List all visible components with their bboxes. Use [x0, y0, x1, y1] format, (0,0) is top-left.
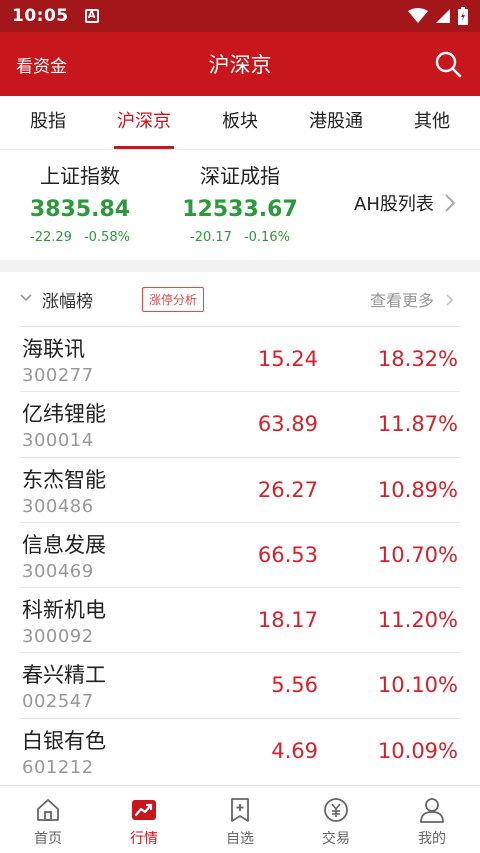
index-card-shanghai[interactable]: 上证指数 3835.84 -22.29 -0.58%	[0, 160, 160, 245]
market-chart-icon	[132, 800, 156, 820]
stock-code: 601212	[22, 756, 94, 778]
section-divider	[0, 260, 480, 272]
stock-change-percent: 11.87%	[377, 412, 458, 437]
limit-up-analysis-button[interactable]: 涨停分析	[142, 287, 205, 312]
stock-name: 海联讯	[22, 337, 85, 361]
tab-hk-connect[interactable]: 港股通	[288, 96, 384, 149]
battery-icon	[458, 7, 468, 25]
chevron-right-icon	[445, 194, 456, 212]
stock-name: 春兴精工	[22, 663, 106, 688]
ah-share-list-label: AH股列表	[354, 194, 434, 215]
status-icons	[408, 7, 468, 25]
stock-code: 300092	[22, 626, 94, 648]
page-title: 沪深京	[208, 53, 272, 77]
index-value: 12533.67	[182, 197, 298, 222]
stock-change-percent: 10.09%	[377, 738, 458, 763]
stock-price: 66.53	[257, 542, 318, 567]
stock-price: 15.24	[257, 347, 318, 371]
nav-home[interactable]: 首页	[0, 786, 96, 853]
wifi-icon	[408, 8, 428, 23]
stock-row[interactable]: 白银有色 601212 4.69 10.09%	[20, 717, 460, 783]
stock-change-percent: 10.70%	[377, 542, 458, 567]
home-icon	[37, 799, 59, 821]
search-icon[interactable]	[434, 50, 462, 78]
stock-row[interactable]: 春兴精工 002547 5.56 10.10%	[20, 652, 460, 717]
index-change: -22.29 -0.58%	[0, 230, 160, 245]
notification-badge: A	[84, 9, 99, 23]
market-tabs: 股指 沪深京 板块 港股通 其他	[0, 96, 480, 150]
stock-change-percent: 11.20%	[377, 608, 458, 633]
nav-label: 交易	[322, 831, 350, 847]
index-value: 3835.84	[29, 197, 131, 222]
stock-change-percent: 10.89%	[377, 477, 458, 502]
stock-name: 亿纬锂能	[22, 402, 106, 427]
index-card-shenzhen[interactable]: 深证成指 12533.67 -20.17 -0.16%	[160, 160, 320, 245]
view-funds-link[interactable]: 看资金	[16, 52, 67, 77]
stock-code: 300014	[22, 430, 94, 452]
gainers-title[interactable]: 涨幅榜	[42, 287, 93, 312]
stock-row[interactable]: 信息发展 300469 66.53 10.70%	[20, 521, 460, 587]
stock-code: 300469	[22, 560, 94, 582]
nav-label: 自选	[226, 831, 254, 847]
tab-shanghai-shenzhen-beijing[interactable]: 沪深京	[96, 96, 192, 149]
tab-stock-index[interactable]: 股指	[0, 96, 96, 149]
stock-price: 18.17	[257, 608, 318, 633]
yuan-coin-icon	[324, 798, 348, 822]
nav-market[interactable]: 行情	[96, 786, 192, 853]
stock-name: 白银有色	[22, 728, 106, 753]
index-name: 上证指数	[40, 164, 120, 188]
stock-change-percent: 10.10%	[377, 673, 458, 698]
index-change-amount: -22.29	[30, 230, 72, 245]
view-more-link[interactable]: 查看更多	[370, 287, 434, 311]
nav-label: 首页	[34, 831, 62, 847]
nav-profile[interactable]: 我的	[384, 786, 480, 853]
index-change-percent: -0.16%	[243, 230, 290, 245]
nav-watchlist[interactable]: 自选	[192, 786, 288, 853]
bookmark-add-icon	[231, 798, 249, 822]
chevron-down-icon[interactable]	[20, 294, 32, 302]
index-change: -20.17 -0.16%	[160, 230, 320, 245]
stock-name: 信息发展	[22, 532, 106, 557]
nav-trade[interactable]: 交易	[288, 786, 384, 853]
nav-label: 行情	[130, 831, 158, 847]
stock-row[interactable]: 亿纬锂能 300014 63.89 11.87%	[20, 391, 460, 456]
tab-sectors[interactable]: 板块	[192, 96, 288, 149]
stock-row[interactable]: 东杰智能 300486 26.27 10.89%	[20, 456, 460, 522]
stock-row[interactable]: 海联讯 300277 15.24 18.32%	[20, 326, 460, 391]
app-header: 看资金 沪深京	[0, 32, 480, 96]
stock-price: 4.69	[271, 738, 318, 763]
status-bar: 10:05 A	[0, 0, 480, 32]
stock-price: 26.27	[257, 477, 318, 502]
gainers-header: 涨幅榜 涨停分析 查看更多	[0, 272, 480, 326]
index-name: 深证成指	[200, 164, 280, 188]
stock-code: 002547	[22, 691, 94, 713]
user-icon	[420, 798, 444, 823]
stock-name: 科新机电	[22, 598, 106, 623]
stock-price: 63.89	[257, 412, 318, 437]
status-time: 10:05	[12, 6, 69, 26]
index-change-percent: -0.58%	[83, 230, 130, 245]
stock-row[interactable]: 科新机电 300092 18.17 11.20%	[20, 587, 460, 652]
gainers-list: 海联讯 300277 15.24 18.32% 亿纬锂能 300014 63.8…	[20, 326, 460, 783]
tab-other[interactable]: 其他	[384, 96, 480, 149]
nav-label: 我的	[418, 831, 446, 847]
stock-code: 300277	[22, 365, 94, 386]
bottom-nav: 首页 行情 自选 交易 我的	[0, 785, 480, 853]
cellular-signal-icon	[436, 9, 450, 23]
index-summary: 上证指数 3835.84 -22.29 -0.58% 深证成指 12533.67 …	[0, 150, 480, 260]
stock-change-percent: 18.32%	[377, 347, 458, 371]
chevron-right-icon	[446, 294, 454, 306]
ah-share-list-link[interactable]: AH股列表	[354, 190, 456, 216]
stock-name: 东杰智能	[22, 467, 106, 492]
stock-code: 300486	[22, 495, 94, 517]
index-change-amount: -20.17	[190, 230, 232, 245]
stock-price: 5.56	[271, 673, 318, 698]
